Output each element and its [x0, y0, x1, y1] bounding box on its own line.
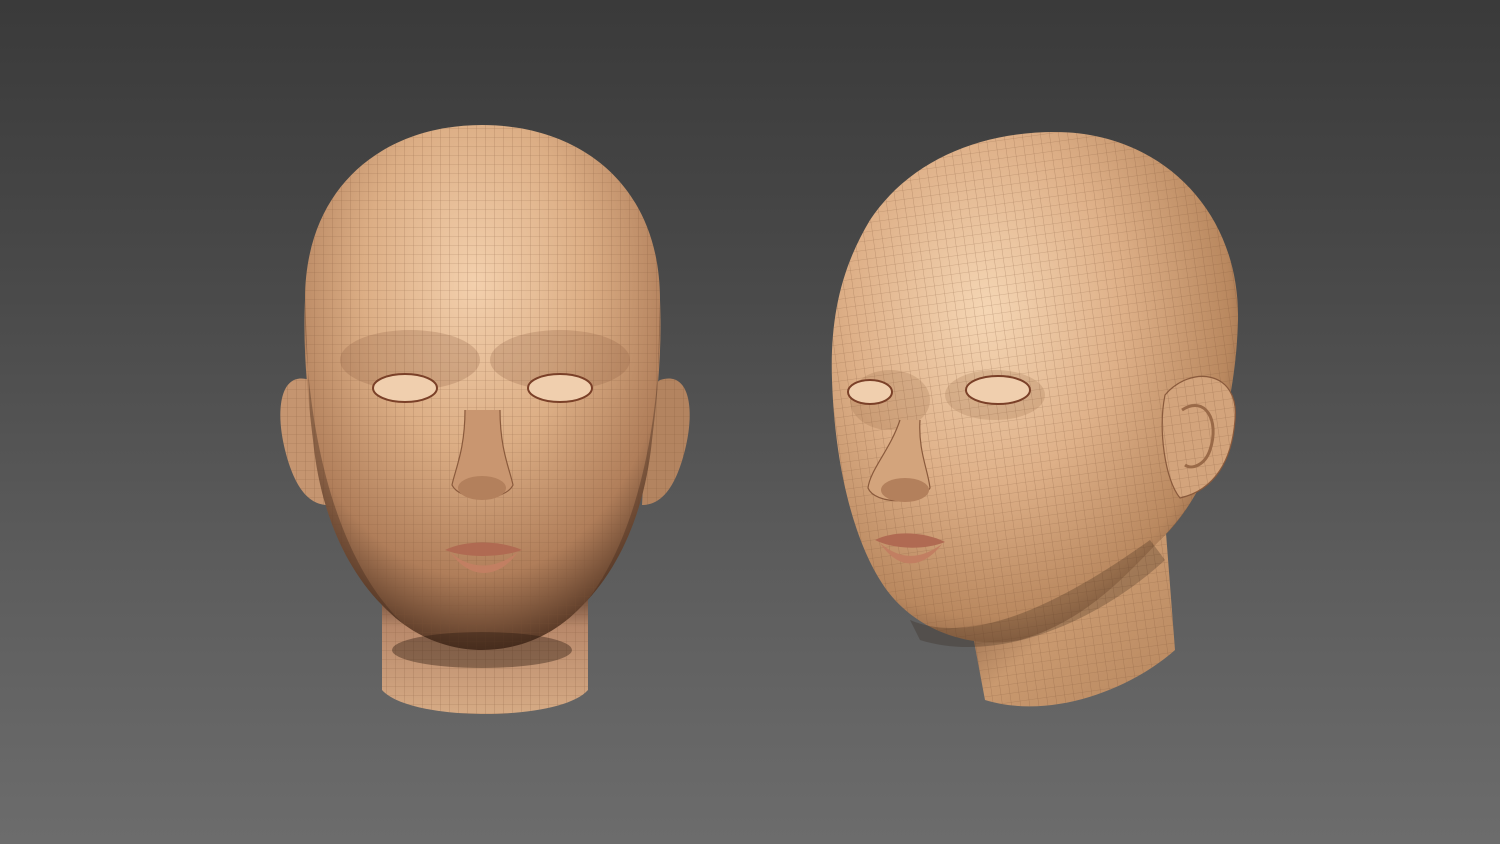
head-mesh-three-quarter-icon	[831, 132, 1239, 707]
head-model-front[interactable]	[260, 110, 710, 740]
head-model-three-quarter[interactable]	[820, 120, 1260, 720]
viewport-canvas[interactable]	[0, 0, 1500, 844]
head-mesh-front-icon	[280, 125, 690, 714]
